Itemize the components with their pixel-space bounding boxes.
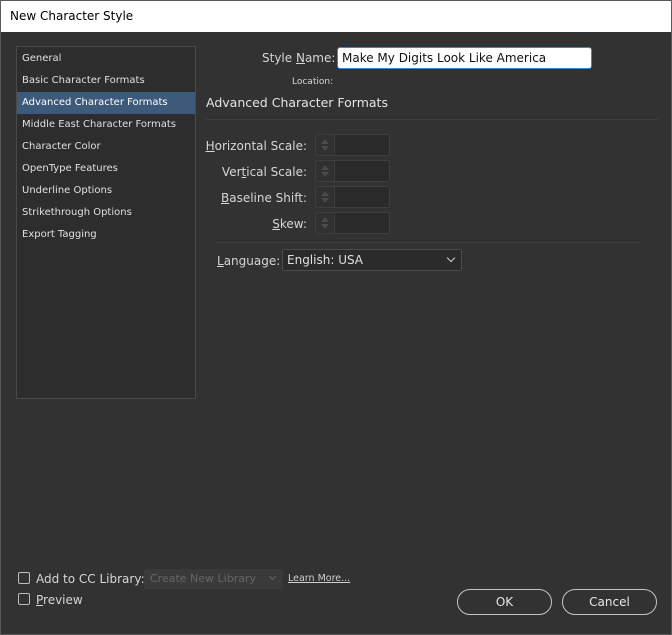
section-divider [206, 119, 658, 120]
sidebar-item-strikethrough-options[interactable]: Strikethrough Options [17, 202, 195, 224]
horizontal-scale-mnemonic: H [205, 139, 215, 153]
add-to-cc-library-label: Add to CC Library: [36, 572, 145, 586]
arrow-down-icon [321, 198, 329, 203]
category-list: General Basic Character Formats Advanced… [16, 46, 196, 399]
vertical-scale-label-text: ical Scale: [246, 165, 307, 179]
sidebar-item-export-tagging[interactable]: Export Tagging [17, 224, 195, 246]
add-to-cc-library-checkbox[interactable] [18, 572, 30, 584]
style-name-input[interactable] [337, 47, 592, 69]
sidebar-item-advanced-character-formats[interactable]: Advanced Character Formats [17, 92, 195, 114]
skew-label-text: kew: [279, 217, 307, 231]
skew-input[interactable] [334, 212, 390, 234]
language-select[interactable]: English: USA [282, 249, 462, 271]
ok-button[interactable]: OK [457, 589, 552, 615]
sidebar-item-underline-options[interactable]: Underline Options [17, 180, 195, 202]
arrow-up-icon [321, 139, 329, 144]
arrow-down-icon [321, 146, 329, 151]
learn-more-link[interactable]: Learn More... [288, 573, 350, 584]
vertical-scale-input[interactable] [334, 160, 390, 182]
vertical-scale-label-start: Ver [221, 165, 242, 179]
preview-label-text: review [43, 593, 83, 607]
preview-label: Preview [36, 593, 83, 607]
sidebar-item-opentype-features[interactable]: OpenType Features [17, 158, 195, 180]
style-name-label-text: Style [262, 51, 296, 65]
baseline-shift-mnemonic: B [220, 191, 230, 205]
chevron-down-icon [268, 572, 277, 581]
new-character-style-dialog: New Character Style General Basic Charac… [0, 0, 672, 635]
cancel-button[interactable]: Cancel [562, 589, 657, 615]
chevron-down-icon [446, 253, 456, 263]
location-label: Location: [292, 77, 334, 87]
style-name-label-text-end: ame: [304, 51, 336, 65]
language-divider [215, 242, 641, 243]
baseline-shift-label-text: aseline Shift: [229, 191, 307, 205]
arrow-up-icon [321, 217, 329, 222]
horizontal-scale-label-text: orizontal Scale: [214, 139, 307, 153]
preview-checkbox[interactable] [18, 593, 30, 605]
sidebar-item-basic-character-formats[interactable]: Basic Character Formats [17, 70, 195, 92]
language-label: Language: [217, 254, 280, 268]
arrow-down-icon [321, 224, 329, 229]
dialog-title: New Character Style [1, 1, 671, 32]
vertical-scale-stepper[interactable] [315, 160, 334, 182]
language-mnemonic: L [217, 254, 224, 268]
preview-mnemonic: P [36, 593, 44, 607]
sidebar-item-character-color[interactable]: Character Color [17, 136, 195, 158]
sidebar-item-middle-east-character-formats[interactable]: Middle East Character Formats [17, 114, 195, 136]
skew-stepper[interactable] [315, 212, 334, 234]
language-selected-value: English: USA [287, 253, 364, 267]
arrow-up-icon [321, 165, 329, 170]
sidebar-item-general[interactable]: General [17, 48, 195, 70]
cc-library-placeholder: Create New Library [150, 572, 256, 585]
vertical-scale-label: Vertical Scale: [222, 165, 307, 179]
section-title: Advanced Character Formats [206, 95, 388, 110]
arrow-up-icon [321, 191, 329, 196]
skew-mnemonic: S [272, 217, 280, 231]
skew-label: Skew: [272, 217, 307, 231]
cc-library-select: Create New Library [144, 569, 283, 589]
style-name-label: Style Name: [262, 51, 335, 65]
horizontal-scale-stepper[interactable] [315, 134, 334, 156]
baseline-shift-stepper[interactable] [315, 186, 334, 208]
horizontal-scale-input[interactable] [334, 134, 390, 156]
baseline-shift-label: Baseline Shift: [221, 191, 307, 205]
horizontal-scale-label: Horizontal Scale: [206, 139, 307, 153]
style-name-label-mnemonic: N [295, 51, 305, 65]
baseline-shift-input[interactable] [334, 186, 390, 208]
language-label-text: anguage: [223, 254, 281, 268]
arrow-down-icon [321, 172, 329, 177]
